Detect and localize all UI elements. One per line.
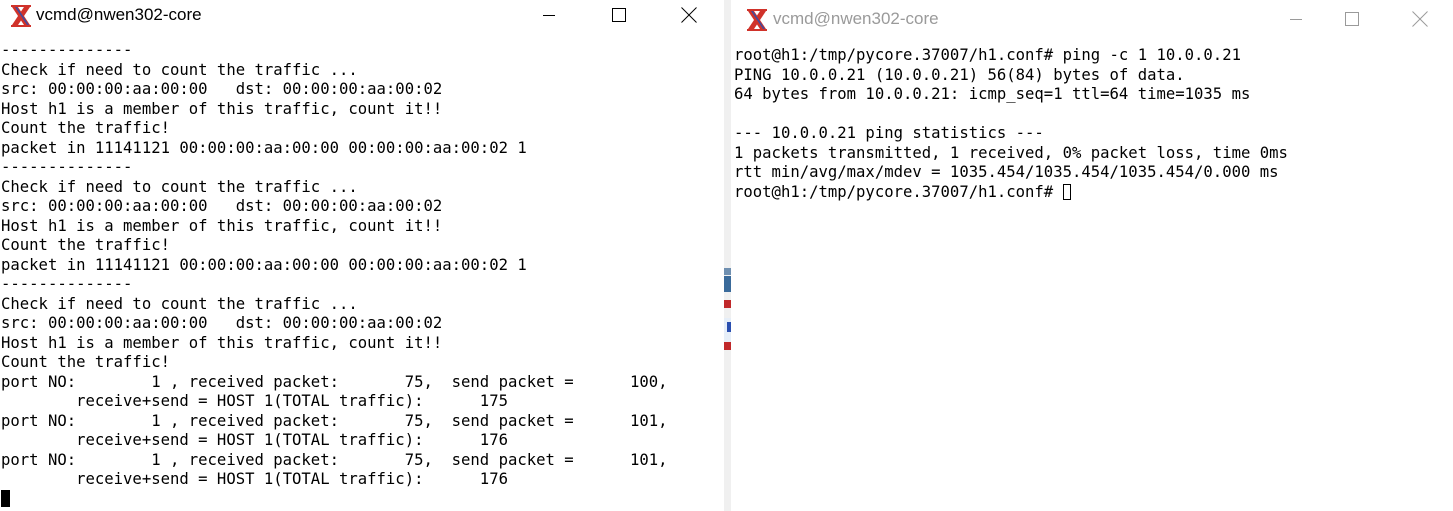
core-x-icon (747, 9, 767, 31)
terminal-line: Host h1 is a member of this traffic, cou… (1, 216, 443, 235)
terminal-line: Host h1 is a member of this traffic, cou… (1, 99, 443, 118)
minimize-button[interactable] (1273, 0, 1319, 38)
terminal-line: 1 packets transmitted, 1 received, 0% pa… (734, 143, 1288, 162)
right-window-titlebar[interactable]: vcmd@nwen302-core (731, 0, 1453, 38)
terminal-line: src: 00:00:00:aa:00:00 dst: 00:00:00:aa:… (1, 314, 443, 332)
terminal-line: -------------- (1, 275, 133, 293)
left-window-titlebar[interactable]: vcmd@nwen302-core (0, 0, 724, 30)
maximize-icon (612, 8, 626, 22)
terminal-line: root@h1:/tmp/pycore.37007/h1.conf# ping … (734, 46, 1241, 64)
terminal-line: port NO: 1 , received packet: 75, send p… (1, 450, 668, 469)
terminal-line: Count the traffic! (1, 353, 170, 371)
terminal-line: receive+send = HOST 1(TOTAL traffic): 17… (1, 470, 508, 488)
terminal-cursor (1062, 183, 1071, 200)
terminal-line: receive+send = HOST 1(TOTAL traffic): 17… (1, 392, 508, 410)
terminal-line: Check if need to count the traffic ... (1, 60, 358, 79)
close-button[interactable] (1397, 0, 1443, 38)
terminal-line: receive+send = HOST 1(TOTAL traffic): 17… (1, 431, 508, 449)
terminal-line: Host h1 is a member of this traffic, cou… (1, 333, 443, 352)
terminal-line: Count the traffic! (1, 236, 170, 254)
terminal-cursor-line (1, 489, 724, 510)
maximize-button[interactable] (1329, 0, 1375, 38)
minimize-icon (543, 15, 555, 16)
terminal-line: PING 10.0.0.21 (10.0.0.21) 56(84) bytes … (734, 65, 1185, 84)
window-gap (724, 0, 731, 511)
terminal-line: Count the traffic! (1, 119, 170, 137)
maximize-icon (1345, 12, 1359, 26)
terminal-line: src: 00:00:00:aa:00:00 dst: 00:00:00:aa:… (1, 80, 443, 98)
terminal-cursor (1, 489, 10, 507)
terminal-line: Check if need to count the traffic ... (1, 177, 358, 196)
left-terminal-window[interactable]: vcmd@nwen302-core -------------- Check if… (0, 0, 724, 511)
terminal-line: src: 00:00:00:aa:00:00 dst: 00:00:00:aa:… (1, 197, 443, 215)
terminal-line: Check if need to count the traffic ... (1, 294, 358, 313)
terminal-output[interactable]: -------------- Check if need to count the… (0, 30, 724, 511)
terminal-line: 64 bytes from 10.0.0.21: icmp_seq=1 ttl=… (734, 85, 1251, 103)
terminal-line: -------------- (1, 158, 133, 176)
maximize-button[interactable] (596, 0, 642, 30)
terminal-prompt-line: root@h1:/tmp/pycore.37007/h1.conf# (734, 183, 1453, 203)
terminal-output[interactable]: root@h1:/tmp/pycore.37007/h1.conf# ping … (731, 38, 1453, 511)
close-icon (1412, 11, 1428, 27)
terminal-line: packet in 11141121 00:00:00:aa:00:00 00:… (1, 255, 527, 274)
terminal-line: port NO: 1 , received packet: 75, send p… (1, 411, 668, 430)
terminal-line: --- 10.0.0.21 ping statistics --- (734, 124, 1044, 142)
close-button[interactable] (666, 0, 712, 30)
terminal-line: -------------- (1, 41, 133, 59)
terminal-line: packet in 11141121 00:00:00:aa:00:00 00:… (1, 138, 527, 157)
terminal-line: rtt min/avg/max/mdev = 1035.454/1035.454… (734, 163, 1279, 181)
minimize-button[interactable] (526, 0, 572, 30)
core-x-icon (11, 5, 31, 27)
right-terminal-window[interactable]: vcmd@nwen302-core root@h1:/tmp/pycore.37… (731, 0, 1453, 511)
shell-prompt: root@h1:/tmp/pycore.37007/h1.conf# (734, 182, 1063, 201)
window-title: vcmd@nwen302-core (36, 5, 202, 24)
terminal-line: port NO: 1 , received packet: 75, send p… (1, 372, 668, 391)
window-title: vcmd@nwen302-core (773, 9, 939, 28)
close-icon (681, 7, 697, 23)
minimize-icon (1290, 19, 1302, 20)
